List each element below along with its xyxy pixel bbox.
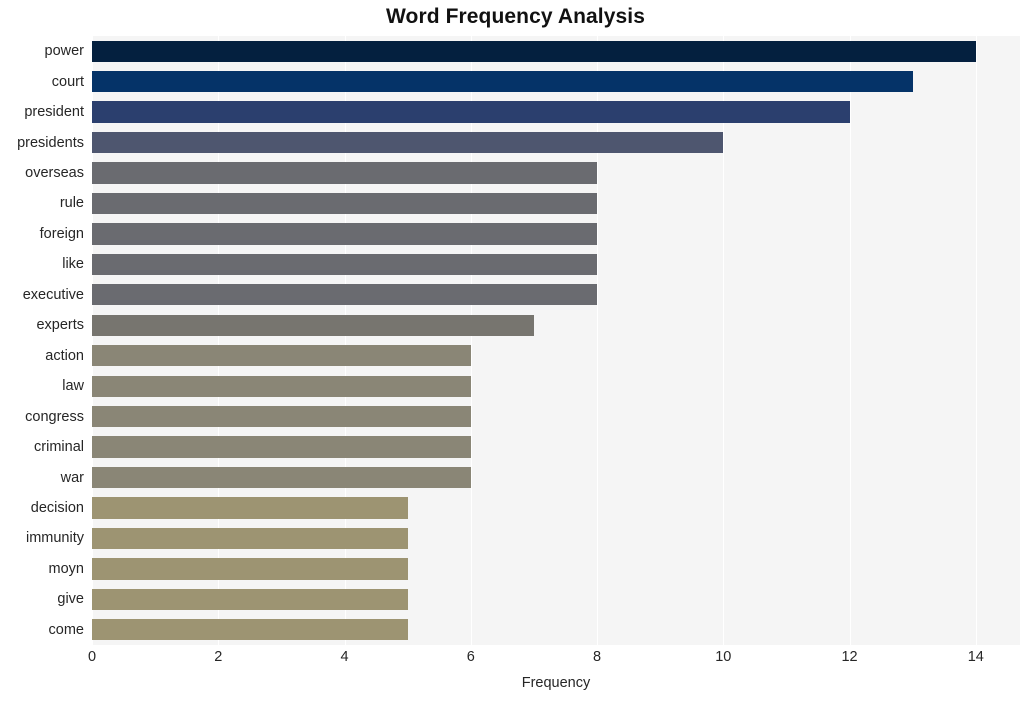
x-tick-label-10: 10 — [715, 649, 732, 665]
bar-row[interactable] — [92, 466, 1020, 489]
bar-row[interactable] — [92, 71, 1020, 93]
y-tick-label-congress: congress — [25, 408, 84, 425]
y-tick-label-foreign: foreign — [39, 225, 84, 242]
y-tick-label-war: war — [60, 469, 84, 486]
x-axis-tick-labels: 0 2 4 6 8 10 12 14 — [88, 649, 1020, 672]
bar-action[interactable] — [92, 345, 471, 367]
bar-row[interactable] — [92, 253, 1020, 276]
bar-law[interactable] — [92, 375, 471, 397]
y-tick-label-experts: experts — [36, 317, 84, 334]
chart-figure: Word Frequency Analysis power court presid… — [0, 0, 1031, 701]
bar-row[interactable] — [92, 375, 1020, 397]
y-tick-label-like: like — [62, 256, 84, 273]
bar-power[interactable] — [92, 40, 976, 62]
bar-immunity[interactable] — [92, 527, 408, 550]
y-tick-label-moyn: moyn — [48, 560, 84, 577]
y-tick-label-criminal: criminal — [34, 439, 84, 456]
x-tick-label-2: 2 — [214, 649, 223, 665]
y-tick-label-executive: executive — [22, 286, 84, 303]
x-tick-label-6: 6 — [466, 649, 475, 665]
x-tick-label-4: 4 — [340, 649, 349, 665]
bar-row[interactable] — [92, 405, 1020, 428]
x-axis-title: Frequency — [521, 675, 591, 691]
y-tick-label-power: power — [44, 43, 85, 60]
page-title: Word Frequency Analysis — [385, 5, 646, 28]
y-tick-label-court: court — [51, 73, 84, 90]
y-tick-label-decision: decision — [30, 499, 84, 516]
bar-row[interactable] — [92, 436, 1020, 458]
bar-presidents[interactable] — [92, 131, 724, 154]
bar-row[interactable] — [92, 527, 1020, 550]
bar-row[interactable] — [92, 131, 1020, 154]
bar-row[interactable] — [92, 314, 1020, 336]
y-tick-label-president: president — [24, 104, 84, 121]
y-tick-label-give: give — [57, 591, 84, 608]
y-tick-label-overseas: overseas — [25, 165, 84, 182]
bar-row[interactable] — [92, 284, 1020, 306]
bar-row[interactable] — [92, 588, 1020, 610]
bar-row[interactable] — [92, 40, 1020, 62]
bar-experts[interactable] — [92, 314, 534, 336]
bar-overseas[interactable] — [92, 162, 598, 184]
x-tick-label-14: 14 — [967, 649, 984, 665]
bar-row[interactable] — [92, 192, 1020, 215]
bar-court[interactable] — [92, 71, 913, 93]
y-tick-label-action: action — [45, 347, 84, 364]
bar-row[interactable] — [92, 619, 1020, 641]
bars-layer — [92, 36, 1020, 645]
bar-decision[interactable] — [92, 497, 408, 519]
x-tick-label-8: 8 — [592, 649, 602, 665]
bar-come[interactable] — [92, 619, 408, 641]
x-tick-label-0: 0 — [87, 649, 97, 665]
bar-moyn[interactable] — [92, 558, 408, 580]
y-tick-label-presidents: presidents — [17, 134, 84, 151]
bar-give[interactable] — [92, 588, 408, 610]
bar-row[interactable] — [92, 345, 1020, 367]
y-tick-label-come: come — [48, 621, 84, 638]
y-tick-label-law: law — [62, 378, 84, 395]
bar-row[interactable] — [92, 223, 1020, 245]
y-tick-label-rule: rule — [59, 195, 84, 212]
bar-rule[interactable] — [92, 192, 598, 215]
bar-criminal[interactable] — [92, 436, 471, 458]
bar-row[interactable] — [92, 497, 1020, 519]
bar-like[interactable] — [92, 253, 598, 276]
bar-president[interactable] — [92, 101, 850, 123]
bar-executive[interactable] — [92, 284, 598, 306]
y-tick-label-immunity: immunity — [25, 530, 84, 547]
bar-row[interactable] — [92, 558, 1020, 580]
bar-war[interactable] — [92, 466, 471, 489]
y-axis-tick-labels: power court president presidents overseas rul… — [0, 36, 92, 645]
bar-congress[interactable] — [92, 405, 471, 428]
bar-row[interactable] — [92, 162, 1020, 184]
bar-foreign[interactable] — [92, 223, 598, 245]
x-tick-label-12: 12 — [841, 649, 858, 665]
bar-row[interactable] — [92, 101, 1020, 123]
plot-area — [92, 36, 1020, 645]
